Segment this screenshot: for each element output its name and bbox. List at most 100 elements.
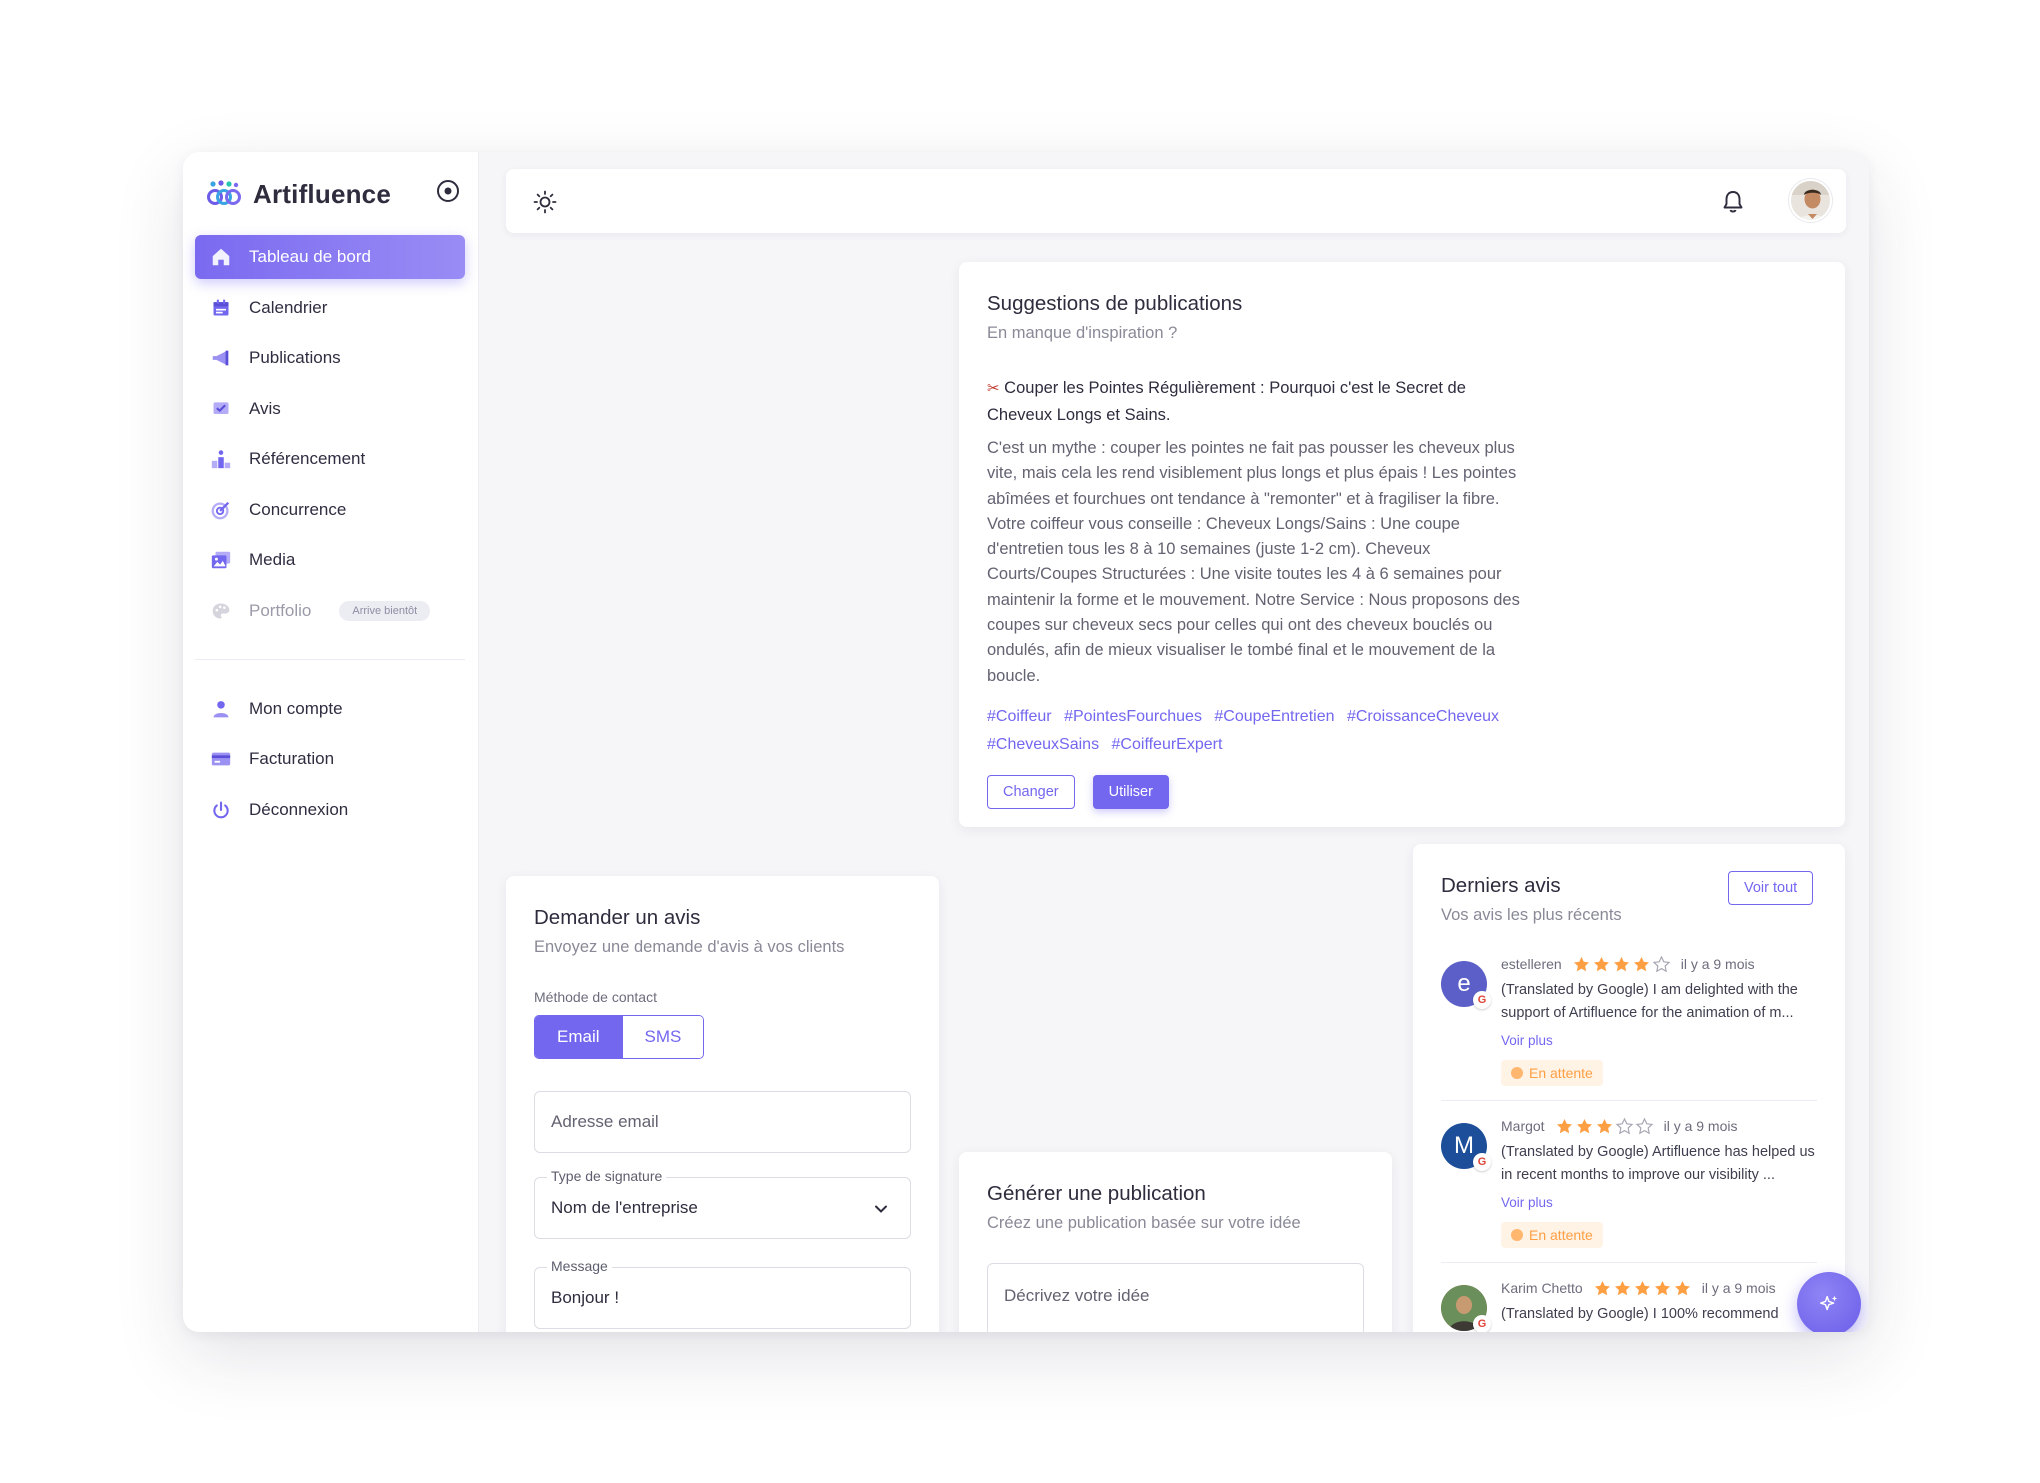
chevron-down-icon [875,1205,887,1213]
change-button[interactable]: Changer [987,774,1075,809]
see-all-button[interactable]: Voir tout [1728,871,1814,905]
hashtag[interactable]: #CoupeEntretien [1214,708,1334,725]
sidebar-item-referencement[interactable]: Référencement [195,437,465,481]
avatar: e G [1441,961,1491,1009]
star-filled-icon [1596,1118,1612,1133]
star-filled-icon [1556,1118,1572,1133]
sidebar-item-label: Portfolio [249,600,312,620]
clock-icon [1511,1229,1523,1241]
avatar-initial: e [1457,970,1471,997]
star-filled-icon [1573,956,1589,971]
email-field[interactable]: Adresse email [534,1091,911,1153]
star-empty-icon [1652,955,1671,972]
message-value: Bonjour ! [551,1288,620,1307]
request-review-card: Demander un avis Envoyez une demande d'a… [506,876,939,1332]
scissors-icon: ✂ [987,380,1000,397]
suggestion-actions: Changer Utiliser [987,774,1817,809]
collapse-sidebar-icon[interactable] [435,178,461,204]
signature-select[interactable]: Type de signature Nom de l'entreprise [534,1168,911,1239]
sun-icon[interactable] [532,189,558,215]
status-badge: En attente [1501,1060,1603,1086]
see-more-link[interactable]: Voir plus [1501,1195,1553,1210]
home-icon [209,245,233,269]
sidebar-item-label: Calendrier [249,297,328,317]
palette-icon [209,599,233,623]
star-filled-icon [1614,1280,1630,1295]
review-time: il y a 9 mois [1680,956,1755,972]
power-icon [209,798,233,822]
star-empty-icon [1635,1117,1653,1134]
sidebar-item-facturation[interactable]: Facturation [195,737,465,781]
idea-textarea[interactable]: Décrivez votre idée [987,1263,1364,1332]
bell-icon[interactable] [1719,188,1747,216]
star-empty-icon [1615,1117,1633,1134]
post-title: ✂ Couper les Pointes Régulièrement : Pou… [987,375,1527,428]
sidebar: Artifluence Tableau de bord Calendrier P… [183,152,479,1332]
sms-option[interactable]: SMS [621,1016,704,1058]
brand[interactable]: Artifluence [207,174,391,214]
hashtag[interactable]: #Coiffeur [987,708,1052,725]
generate-title: Générer une publication [987,1182,1206,1205]
review-header: Karim Chetto il y a 9 mois [1501,1277,1817,1299]
sidebar-item-mon-compte[interactable]: Mon compte [195,687,465,731]
review-check-icon [209,397,233,421]
star-filled-icon [1593,956,1609,971]
review-item: G Karim Chetto il y a 9 mois (Translated… [1441,1262,1817,1332]
sidebar-item-tableau-de-bord[interactable]: Tableau de bord [195,235,465,279]
email-option[interactable]: Email [535,1016,622,1058]
sidebar-item-label: Facturation [249,749,335,768]
nav-divider [195,658,465,660]
message-field[interactable]: Message Bonjour ! [534,1258,911,1329]
avatar: G [1441,1285,1491,1332]
star-rating [1593,1279,1692,1298]
sidebar-item-label: Mon compte [249,698,343,718]
sidebar-item-concurrence[interactable]: Concurrence [195,488,465,532]
sidebar-item-media[interactable]: Media [195,538,465,582]
star-filled-icon [1654,1280,1670,1295]
reviews-subtitle: Vos avis les plus récents [1441,906,1622,924]
review-item: e G estelleren il y a 9 mois (Translated… [1441,953,1817,1086]
use-button[interactable]: Utiliser [1092,774,1169,809]
brand-logo-icon [207,180,241,205]
hashtag[interactable]: #CroissanceCheveux [1347,708,1499,725]
google-icon: G [1473,991,1491,1009]
see-more-link[interactable]: Voir plus [1501,1033,1553,1048]
sidebar-item-calendrier[interactable]: Calendrier [195,286,465,330]
review-author: estelleren [1501,956,1562,972]
status-label: En attente [1529,1065,1593,1081]
suggestions-subtitle: En manque d'inspiration ? [987,324,1178,342]
star-filled-icon [1613,956,1629,971]
clock-icon [1511,1067,1523,1079]
post-title-text: Couper les Pointes Régulièrement : Pourq… [987,379,1466,424]
hashtag[interactable]: #CheveuxSains [987,736,1099,753]
podium-icon [209,447,233,471]
hashtag[interactable]: #CoiffeurExpert [1112,736,1223,753]
status-label: En attente [1529,1227,1593,1243]
review-author: Margot [1501,1118,1545,1134]
sidebar-item-label: Déconnexion [249,799,349,819]
review-header: estelleren il y a 9 mois [1501,953,1817,975]
user-avatar[interactable] [1789,179,1832,222]
latest-reviews-card: Derniers avis Vos avis les plus récents … [1413,844,1845,1332]
sidebar-item-label: Avis [249,398,281,418]
contact-method-toggle: Email SMS [534,1015,705,1059]
generate-subtitle: Créez une publication basée sur votre id… [987,1214,1301,1232]
review-item: M G Margot il y a 9 mois (Translated by … [1441,1100,1817,1248]
google-icon: G [1473,1153,1491,1171]
star-rating [1572,955,1671,974]
images-icon [209,548,233,572]
hashtag[interactable]: #PointesFourchues [1064,708,1202,725]
google-icon: G [1473,1315,1491,1332]
review-header: Margot il y a 9 mois [1501,1115,1817,1137]
sidebar-item-publications[interactable]: Publications [195,336,465,380]
ai-assistant-button[interactable] [1797,1272,1861,1332]
review-time: il y a 9 mois [1663,1118,1738,1134]
sidebar-item-label: Tableau de bord [249,247,371,266]
sidebar-item-label: Référencement [249,449,366,468]
star-filled-icon [1576,1118,1592,1133]
request-review-title: Demander un avis [534,906,701,929]
review-author: Karim Chetto [1501,1280,1583,1296]
sidebar-item-deconnexion[interactable]: Déconnexion [195,788,465,832]
app-window: Artifluence Tableau de bord Calendrier P… [183,152,1869,1332]
sidebar-item-avis[interactable]: Avis [195,387,465,431]
